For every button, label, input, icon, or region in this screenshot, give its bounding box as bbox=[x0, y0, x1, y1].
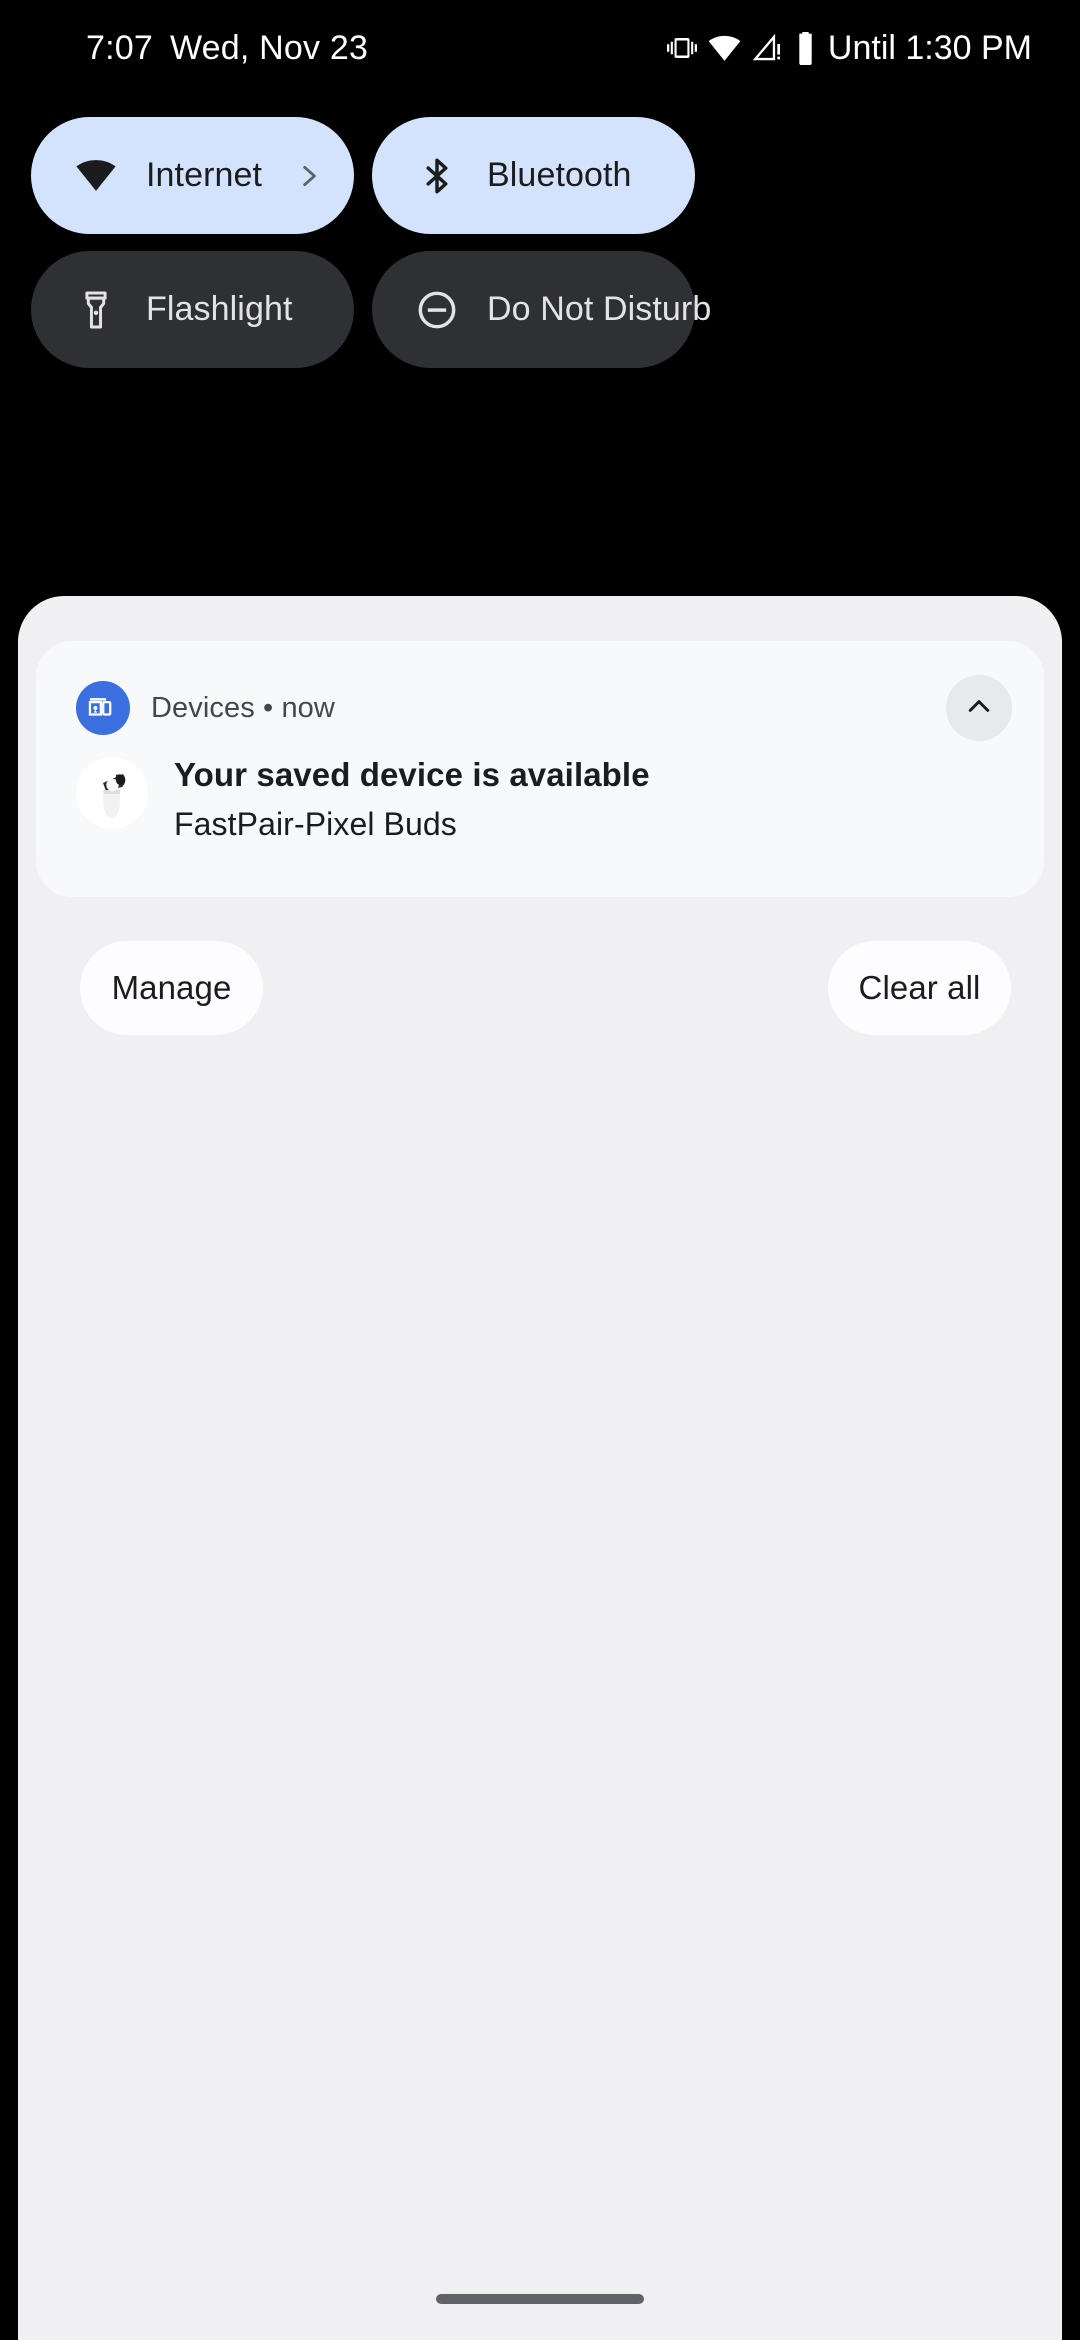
do-not-disturb-icon bbox=[414, 287, 460, 333]
qs-tile-label-flashlight: Flashlight bbox=[146, 290, 293, 328]
notification-header: Devices • now bbox=[76, 681, 335, 735]
notification-title: Your saved device is available bbox=[174, 756, 650, 793]
notification-text-column: Your saved device is available FastPair-… bbox=[174, 753, 650, 844]
notification-shade: Devices • now Your saved device is avail… bbox=[18, 596, 1062, 2340]
qs-tile-label-internet: Internet bbox=[146, 156, 263, 194]
wifi-icon bbox=[708, 32, 741, 65]
shade-footer: Manage Clear all bbox=[58, 941, 1026, 1035]
notification-time: now bbox=[281, 691, 335, 724]
manage-button[interactable]: Manage bbox=[80, 941, 263, 1035]
clear-all-button[interactable]: Clear all bbox=[828, 941, 1011, 1035]
flashlight-icon bbox=[73, 287, 119, 333]
status-clock: 7:07 bbox=[86, 28, 153, 67]
notification-body: Your saved device is available FastPair-… bbox=[76, 753, 1004, 844]
home-gesture-pill[interactable] bbox=[436, 2294, 644, 2304]
qs-tile-do-not-disturb[interactable]: Do Not Disturb bbox=[372, 251, 711, 368]
status-date: Wed, Nov 23 bbox=[169, 28, 369, 67]
battery-icon bbox=[794, 31, 817, 65]
vibrate-icon bbox=[666, 33, 697, 63]
notification-app-and-time: Devices • now bbox=[151, 692, 335, 725]
notification-separator: • bbox=[263, 691, 274, 724]
pixel-buds-case-image bbox=[76, 757, 148, 829]
notification-app-name: Devices bbox=[151, 691, 255, 724]
quick-settings-tile-grid: Internet Bluetooth Flashlight Do Not Dis… bbox=[31, 117, 1049, 368]
quick-settings-screen: 7:07 Wed, Nov 23 Until 1:30 PM Internet … bbox=[0, 0, 1080, 2340]
status-bar: 7:07 Wed, Nov 23 Until 1:30 PM bbox=[0, 0, 1080, 96]
notification-expand-button[interactable] bbox=[946, 675, 1012, 741]
status-bar-left: 7:07 Wed, Nov 23 bbox=[86, 29, 368, 68]
status-bar-right: Until 1:30 PM bbox=[666, 28, 1032, 68]
qs-tile-label-bluetooth: Bluetooth bbox=[487, 156, 632, 194]
qs-tile-bluetooth[interactable]: Bluetooth bbox=[372, 117, 695, 234]
wifi-icon bbox=[73, 153, 119, 199]
qs-tile-label-do-not-disturb: Do Not Disturb bbox=[487, 290, 712, 328]
devices-icon bbox=[76, 681, 130, 735]
notification-subtitle: FastPair-Pixel Buds bbox=[174, 806, 457, 843]
chevron-right-icon[interactable] bbox=[294, 161, 324, 191]
notification-card-devices[interactable]: Devices • now Your saved device is avail… bbox=[36, 641, 1044, 897]
qs-tile-flashlight[interactable]: Flashlight bbox=[31, 251, 354, 368]
battery-estimate-text: Until 1:30 PM bbox=[827, 28, 1032, 67]
qs-tile-internet[interactable]: Internet bbox=[31, 117, 354, 234]
chevron-up-icon bbox=[964, 691, 994, 726]
bluetooth-icon bbox=[414, 153, 460, 199]
no-signal-warning-icon bbox=[752, 33, 783, 64]
